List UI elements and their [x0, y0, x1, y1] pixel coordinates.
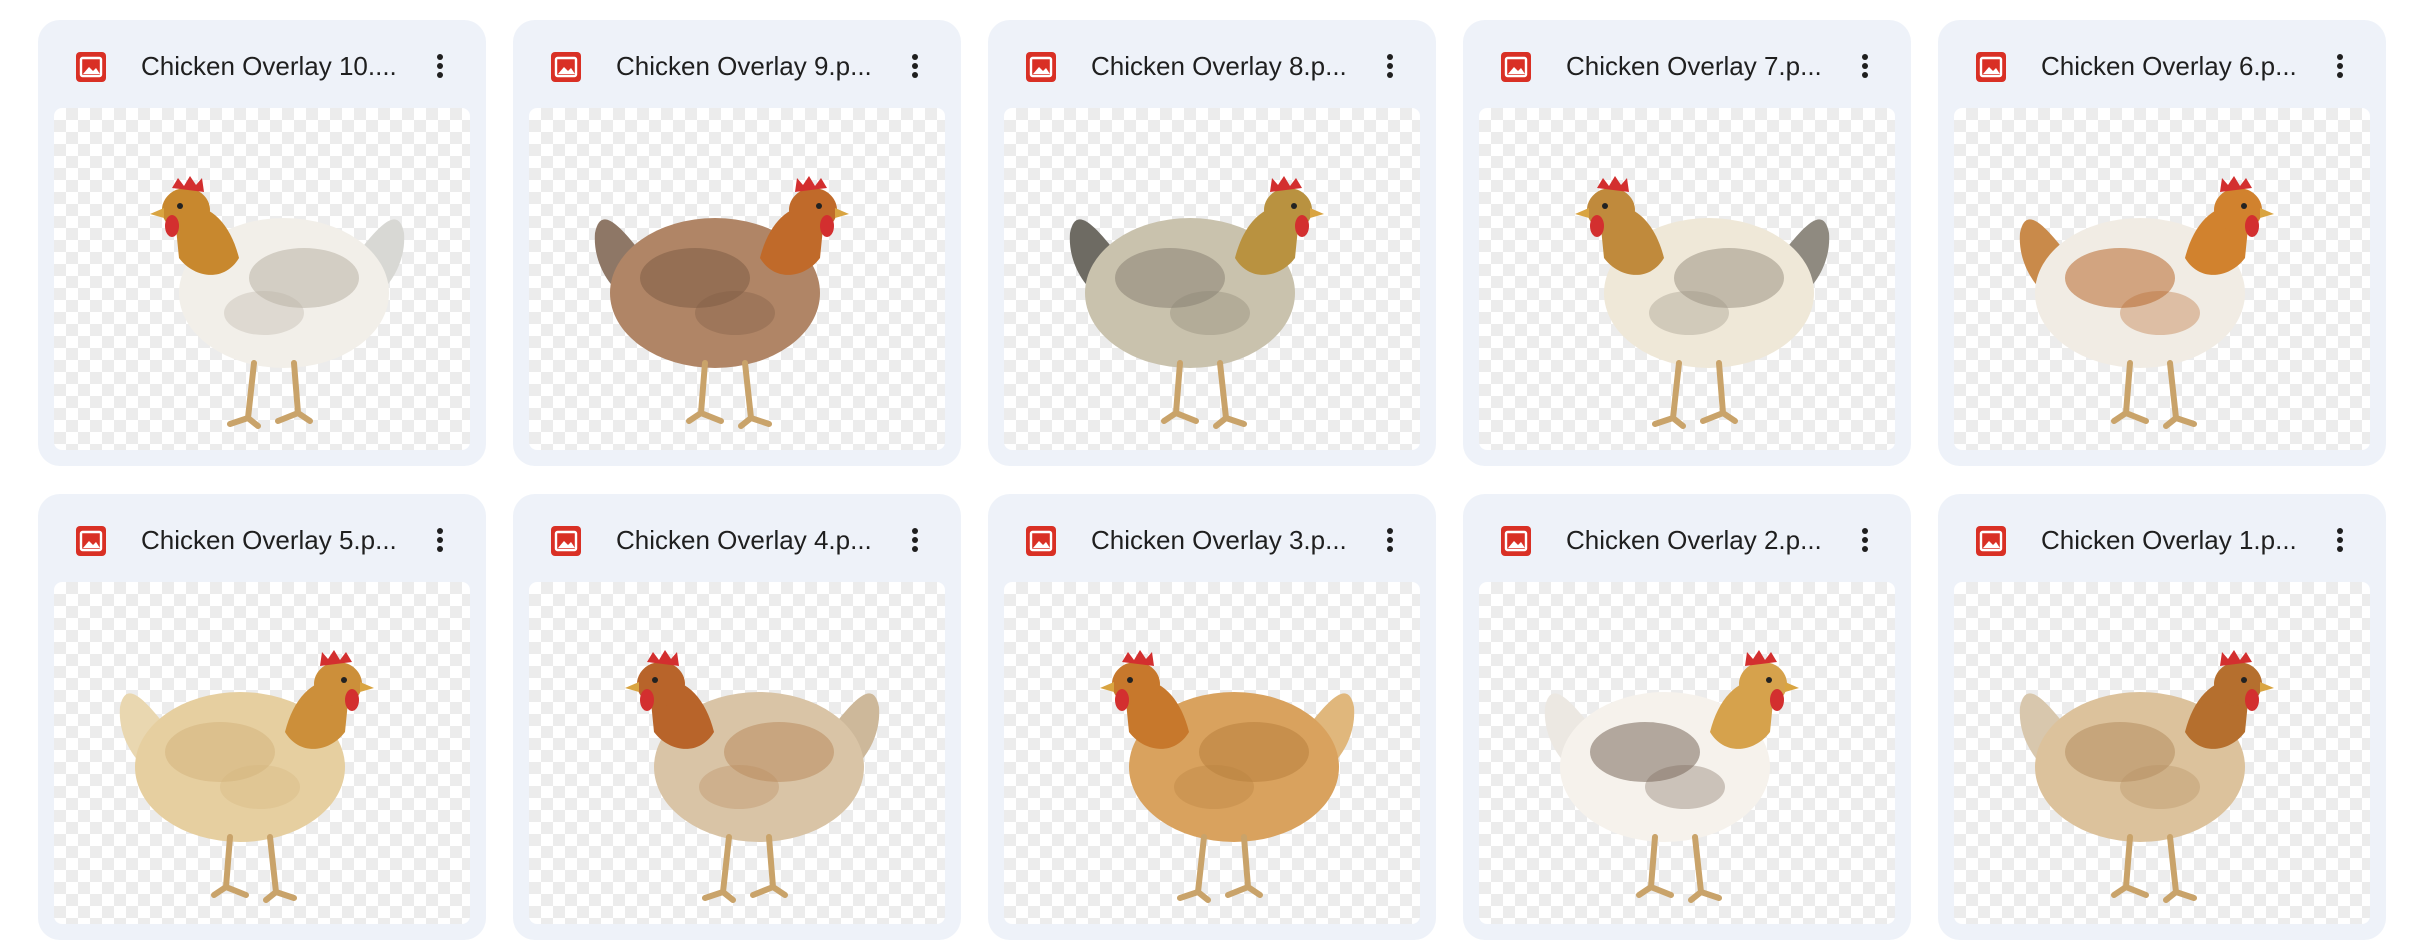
file-card[interactable]: Chicken Overlay 6.p...	[1938, 20, 2386, 466]
file-name: Chicken Overlay 8.p...	[1091, 51, 1347, 81]
image-file-icon	[551, 526, 581, 556]
chicken-image	[1100, 650, 1355, 903]
file-name: Chicken Overlay 2.p...	[1566, 525, 1822, 555]
chicken-image	[119, 650, 374, 903]
more-actions-button[interactable]	[418, 44, 462, 88]
file-name: Chicken Overlay 10....	[141, 51, 397, 81]
file-card[interactable]: Chicken Overlay 3.p...	[988, 494, 1436, 940]
more-actions-button[interactable]	[1368, 518, 1412, 562]
file-card-header: Chicken Overlay 2.p...	[1463, 494, 1911, 582]
file-name: Chicken Overlay 9.p...	[616, 51, 872, 81]
file-thumbnail[interactable]	[1004, 108, 1420, 450]
file-card-header: Chicken Overlay 7.p...	[1463, 20, 1911, 108]
more-vert-icon	[1862, 54, 1868, 60]
chicken-image	[2019, 650, 2274, 903]
more-vert-icon	[437, 54, 443, 60]
file-card-header: Chicken Overlay 8.p...	[988, 20, 1436, 108]
image-file-icon	[1976, 52, 2006, 82]
file-thumbnail[interactable]	[1954, 582, 2370, 924]
more-vert-icon	[437, 528, 443, 534]
file-thumbnail[interactable]	[1954, 108, 2370, 450]
file-thumbnail[interactable]	[1479, 108, 1895, 450]
file-card-header: Chicken Overlay 3.p...	[988, 494, 1436, 582]
more-vert-icon	[912, 54, 918, 60]
more-actions-button[interactable]	[1368, 44, 1412, 88]
image-file-icon	[1501, 526, 1531, 556]
image-file-icon	[76, 52, 106, 82]
more-vert-icon	[1387, 528, 1393, 534]
chicken-image	[1069, 176, 1324, 429]
file-name: Chicken Overlay 5.p...	[141, 525, 397, 555]
more-vert-icon	[912, 528, 918, 534]
file-name: Chicken Overlay 7.p...	[1566, 51, 1822, 81]
file-name: Chicken Overlay 4.p...	[616, 525, 872, 555]
file-thumbnail[interactable]	[1004, 582, 1420, 924]
file-name: Chicken Overlay 6.p...	[2041, 51, 2297, 81]
file-card[interactable]: Chicken Overlay 4.p...	[513, 494, 961, 940]
file-card[interactable]: Chicken Overlay 8.p...	[988, 20, 1436, 466]
image-file-icon	[1501, 52, 1531, 82]
more-actions-button[interactable]	[1843, 518, 1887, 562]
file-card[interactable]: Chicken Overlay 9.p...	[513, 20, 961, 466]
file-thumbnail[interactable]	[529, 582, 945, 924]
file-card-header: Chicken Overlay 4.p...	[513, 494, 961, 582]
image-file-icon	[1026, 526, 1056, 556]
image-file-icon	[76, 526, 106, 556]
image-file-icon	[1976, 526, 2006, 556]
file-card-header: Chicken Overlay 5.p...	[38, 494, 486, 582]
chicken-image	[1575, 176, 1830, 429]
more-actions-button[interactable]	[893, 44, 937, 88]
file-card[interactable]: Chicken Overlay 7.p...	[1463, 20, 1911, 466]
more-vert-icon	[1387, 54, 1393, 60]
file-name: Chicken Overlay 1.p...	[2041, 525, 2297, 555]
file-card[interactable]: Chicken Overlay 1.p...	[1938, 494, 2386, 940]
image-file-icon	[1026, 52, 1056, 82]
file-card[interactable]: Chicken Overlay 10....	[38, 20, 486, 466]
file-name: Chicken Overlay 3.p...	[1091, 525, 1347, 555]
chicken-image	[2019, 176, 2274, 429]
more-vert-icon	[2337, 528, 2343, 534]
more-actions-button[interactable]	[2318, 44, 2362, 88]
more-actions-button[interactable]	[2318, 518, 2362, 562]
file-card-header: Chicken Overlay 1.p...	[1938, 494, 2386, 582]
file-grid: Chicken Overlay 10.... Chicken Overlay 9.…	[38, 20, 2386, 940]
more-vert-icon	[2337, 54, 2343, 60]
chicken-image	[1544, 650, 1799, 903]
file-card-header: Chicken Overlay 10....	[38, 20, 486, 108]
file-card-header: Chicken Overlay 6.p...	[1938, 20, 2386, 108]
file-thumbnail[interactable]	[1479, 582, 1895, 924]
more-actions-button[interactable]	[893, 518, 937, 562]
file-thumbnail[interactable]	[54, 582, 470, 924]
more-vert-icon	[1862, 528, 1868, 534]
more-actions-button[interactable]	[418, 518, 462, 562]
file-card-header: Chicken Overlay 9.p...	[513, 20, 961, 108]
chicken-image	[625, 650, 880, 903]
chicken-image	[150, 176, 405, 429]
image-file-icon	[551, 52, 581, 82]
file-thumbnail[interactable]	[529, 108, 945, 450]
chicken-image	[594, 176, 849, 429]
file-card[interactable]: Chicken Overlay 5.p...	[38, 494, 486, 940]
file-card[interactable]: Chicken Overlay 2.p...	[1463, 494, 1911, 940]
file-thumbnail[interactable]	[54, 108, 470, 450]
more-actions-button[interactable]	[1843, 44, 1887, 88]
